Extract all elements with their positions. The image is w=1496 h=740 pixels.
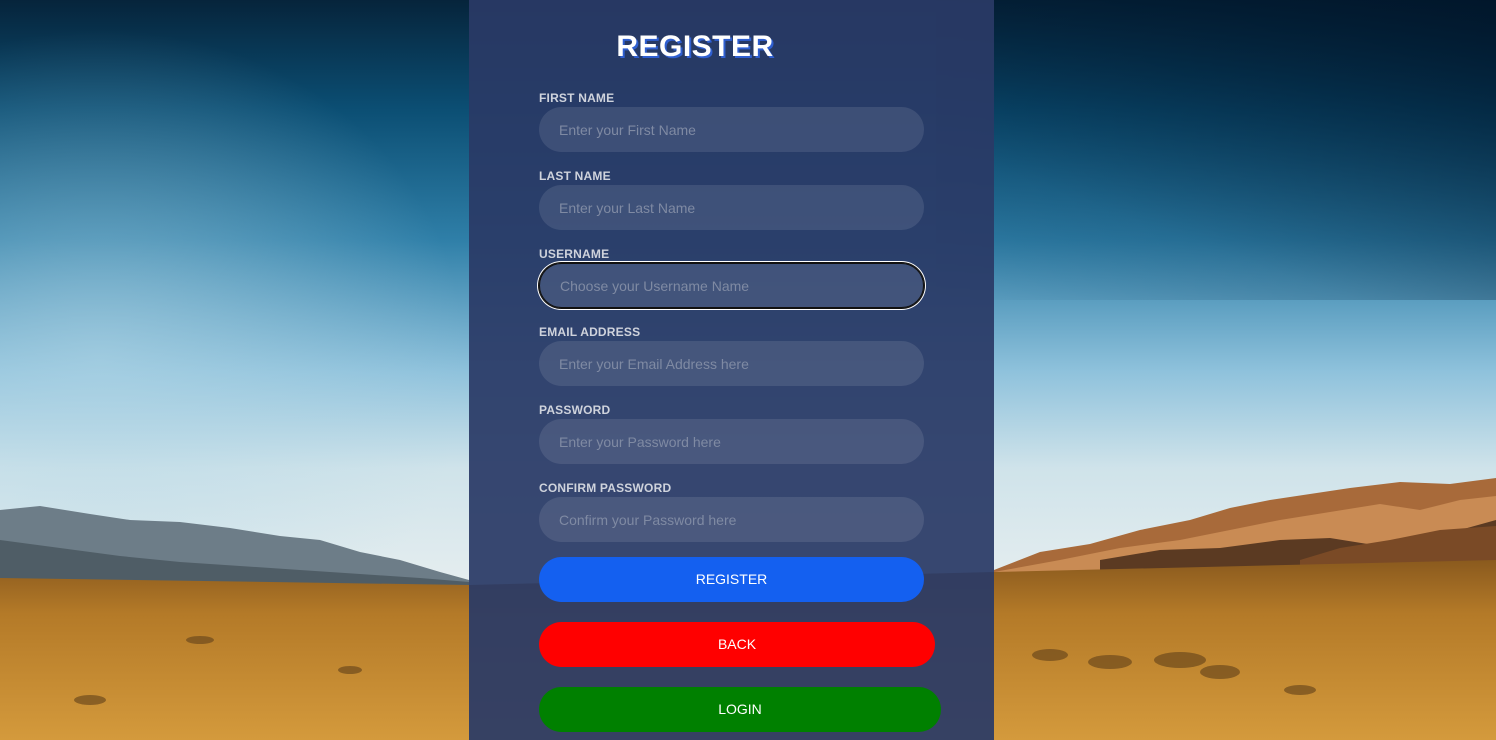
register-button[interactable]: REGISTER <box>539 557 924 602</box>
last-name-input[interactable] <box>539 185 924 230</box>
confirm-password-input[interactable] <box>539 497 924 542</box>
password-label: PASSWORD <box>539 403 611 417</box>
login-button[interactable]: LOGIN <box>539 687 941 732</box>
register-panel: REGISTER FIRST NAME LAST NAME USERNAME E… <box>469 0 994 740</box>
first-name-input[interactable] <box>539 107 924 152</box>
username-label: USERNAME <box>539 247 610 261</box>
first-name-label: FIRST NAME <box>539 91 615 105</box>
email-address-input[interactable] <box>539 341 924 386</box>
password-input[interactable] <box>539 419 924 464</box>
username-input[interactable] <box>539 263 924 308</box>
last-name-label: LAST NAME <box>539 169 611 183</box>
back-button[interactable]: BACK <box>539 622 935 667</box>
page-title: REGISTER <box>616 30 774 63</box>
confirm-password-label: CONFIRM PASSWORD <box>539 481 672 495</box>
email-address-label: EMAIL ADDRESS <box>539 325 641 339</box>
